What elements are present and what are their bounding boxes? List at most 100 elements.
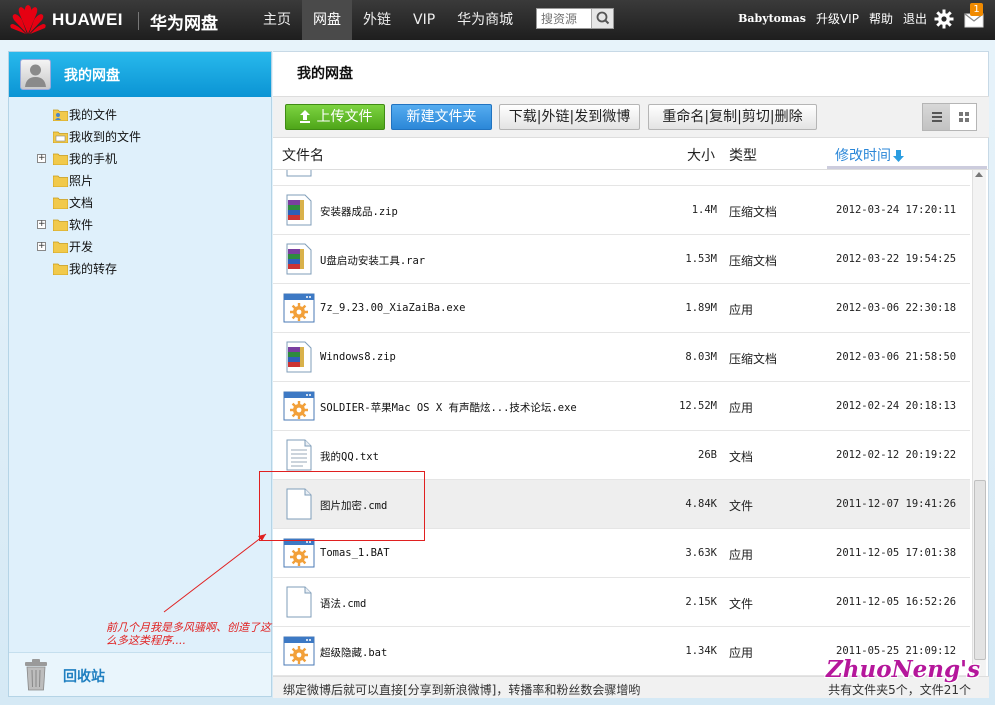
file-type: 文档 (729, 450, 754, 464)
page-title: 我的网盘 (297, 66, 353, 82)
nav-home[interactable]: 主页 (252, 0, 302, 40)
file-modified: 2011-12-05 16:52:26 (836, 596, 957, 608)
column-modified-label: 修改时间 (835, 148, 891, 164)
edit-button-group[interactable]: 重命名|复制|剪切|删除 (648, 104, 817, 130)
upload-button[interactable]: 上传文件 (285, 104, 385, 130)
sidebar-item-documents[interactable]: 文档 (9, 192, 271, 214)
expand-icon[interactable]: + (37, 154, 46, 163)
sidebar-item-label: 开发 (69, 240, 94, 254)
file-type: 文件 (729, 597, 754, 611)
file-modified: 2011-12-05 17:01:38 (836, 547, 957, 559)
file-name[interactable]: 7z_9.23.00_XiaZaiBa.exe (320, 302, 465, 314)
table-row[interactable]: U盘启动安装工具.rar 1.53M 压缩文档 2012-03-22 19:54:25 (273, 235, 970, 284)
watermark: ZhuoNeng's (826, 656, 981, 683)
sidebar-item-received-files[interactable]: 我收到的文件 (9, 126, 271, 148)
archive-file-icon (286, 243, 312, 275)
top-bar: HUAWEI 华为网盘 主页 网盘 外链 VIP 华为商城 Babytomas … (0, 0, 995, 40)
sidebar-header[interactable]: 我的网盘 (9, 52, 271, 97)
file-size: 8.03M (685, 351, 717, 363)
weibo-tip[interactable]: 绑定微博后就可以直接[分享到新浪微博]，转播率和粉丝数会骤增哟 (283, 681, 640, 698)
brand-divider (138, 12, 139, 30)
username-link[interactable]: Babytomas (738, 0, 806, 40)
file-name[interactable]: 超级隐藏.bat (320, 645, 387, 660)
nav-vip[interactable]: VIP (402, 0, 446, 40)
mail-count-badge: 1 (970, 3, 983, 16)
search-button[interactable] (591, 9, 613, 28)
table-row[interactable]: 7z_9.23.00_XiaZaiBa.exe 1.89M 应用 2012-03-06… (273, 284, 970, 333)
inbox-folder-icon (53, 131, 68, 143)
file-name[interactable]: SOLDIER-苹果Mac OS X 有声酷炫...技术论坛.exe (320, 400, 577, 415)
file-name[interactable]: 语法.cmd (320, 596, 366, 611)
file-count-summary: 共有文件夹5个，文件21个 (828, 683, 971, 697)
user-avatar-icon (25, 64, 46, 87)
logout-link[interactable]: 退出 (903, 0, 927, 40)
file-size: 1.34K (685, 645, 717, 657)
file-type: 应用 (729, 401, 754, 415)
recycle-bin[interactable]: 回收站 (9, 652, 271, 696)
file-name[interactable]: 我的QQ.txt (320, 449, 379, 464)
help-link[interactable]: 帮助 (869, 0, 893, 40)
user-folder-icon (53, 109, 68, 121)
huawei-logo-icon[interactable] (10, 5, 46, 35)
application-file-icon (283, 636, 315, 666)
sidebar-title: 我的网盘 (64, 68, 120, 84)
file-type: 压缩文档 (729, 205, 778, 219)
expand-icon[interactable]: + (37, 242, 46, 251)
sidebar-item-my-files[interactable]: 我的文件 (9, 104, 271, 126)
sidebar-item-software[interactable]: + 软件 (9, 214, 271, 236)
sidebar-item-my-saved[interactable]: 我的转存 (9, 258, 271, 280)
column-type[interactable]: 类型 (729, 145, 757, 165)
file-name[interactable]: Tomas_1.BAT (320, 547, 390, 559)
search-input[interactable] (537, 9, 591, 28)
text-file-icon (286, 439, 312, 471)
folder-icon (53, 241, 68, 253)
list-view-button[interactable] (923, 104, 950, 130)
upload-label: 上传文件 (316, 109, 373, 125)
brand-name: HUAWEI (52, 10, 123, 29)
nav-netdisk[interactable]: 网盘 (302, 0, 352, 40)
table-row[interactable]: Windows8.zip 8.03M 压缩文档 2012-03-06 21:58:50 (273, 333, 970, 382)
sidebar-item-photos[interactable]: 照片 (9, 170, 271, 192)
grid-view-button[interactable] (950, 104, 977, 130)
file-name[interactable]: 安装器成品.zip (320, 204, 398, 219)
expand-icon[interactable]: + (37, 220, 46, 229)
scroll-up-arrow-icon[interactable] (975, 172, 983, 177)
list-view-icon (932, 112, 942, 122)
gear-icon[interactable] (934, 9, 954, 29)
table-row[interactable] (273, 170, 970, 186)
sidebar: 我的网盘 我的文件 我收到的文件 + 我的手机 照片 文档 + 软件 + 开发 … (8, 51, 272, 697)
new-folder-button[interactable]: 新建文件夹 (391, 104, 492, 130)
file-size: 1.89M (685, 302, 717, 314)
scroll-thumb[interactable] (974, 480, 986, 660)
table-row[interactable]: 安装器成品.zip 1.4M 压缩文档 2012-03-24 17:20:11 (273, 186, 970, 235)
file-name[interactable]: Windows8.zip (320, 351, 396, 363)
sidebar-item-label: 我的转存 (69, 262, 118, 276)
table-row[interactable]: SOLDIER-苹果Mac OS X 有声酷炫...技术论坛.exe 12.52M… (273, 382, 970, 431)
avatar (20, 59, 51, 90)
file-name[interactable]: U盘启动安装工具.rar (320, 253, 425, 268)
sidebar-item-development[interactable]: + 开发 (9, 236, 271, 258)
nav-links[interactable]: 外链 (352, 0, 402, 40)
file-size: 4.84K (685, 498, 717, 510)
column-modified[interactable]: 修改时间 (835, 145, 904, 165)
download-share-button-group[interactable]: 下载|外链|发到微博 (499, 104, 640, 130)
file-size: 1.4M (691, 204, 717, 216)
grid-view-icon (959, 112, 969, 122)
file-type: 文件 (729, 499, 754, 513)
file-size: 2.15K (685, 596, 717, 608)
scrollbar[interactable] (972, 170, 986, 676)
column-size[interactable]: 大小 (687, 145, 715, 165)
sidebar-item-my-phone[interactable]: + 我的手机 (9, 148, 271, 170)
file-size: 3.63K (685, 547, 717, 559)
nav-mall[interactable]: 华为商城 (446, 0, 524, 40)
file-modified: 2012-02-24 20:18:13 (836, 400, 957, 412)
view-toggle (922, 103, 977, 131)
upgrade-vip-link[interactable]: 升级VIP (816, 0, 859, 40)
table-row[interactable]: 语法.cmd 2.15K 文件 2011-12-05 16:52:26 (273, 578, 970, 627)
file-type: 应用 (729, 646, 754, 660)
trash-icon (25, 659, 47, 691)
search-icon (596, 11, 610, 25)
recycle-bin-label: 回收站 (63, 669, 105, 685)
file-size: 26B (698, 449, 717, 461)
column-name[interactable]: 文件名 (282, 145, 324, 165)
